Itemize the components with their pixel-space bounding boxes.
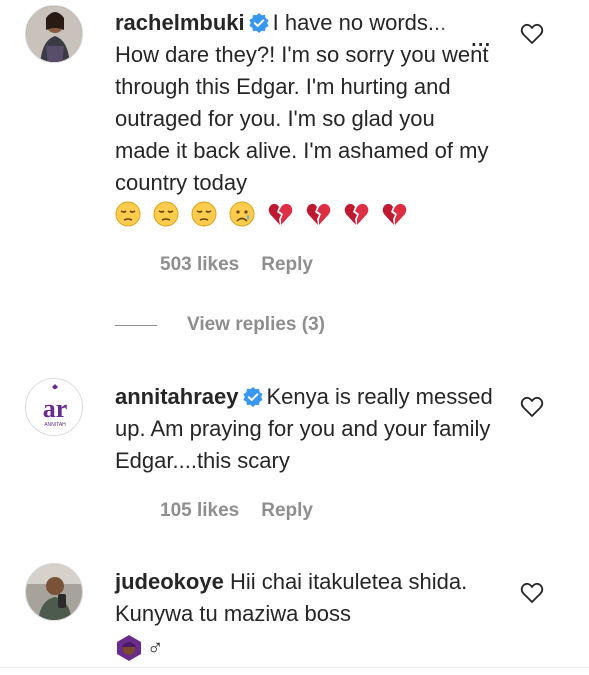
emoji-row: ♂ xyxy=(115,632,495,664)
more-options-icon[interactable]: ... xyxy=(470,21,491,53)
person-in-turban-icon xyxy=(117,635,141,661)
annitah-logo: ar ANNITAH xyxy=(26,379,82,435)
username[interactable]: annitahraey xyxy=(115,384,239,409)
view-replies-button[interactable]: View replies (3) xyxy=(115,313,325,337)
comment-body: judeokoye Hii chai itakuletea shida. Kun… xyxy=(115,566,495,664)
verified-badge-icon xyxy=(249,13,269,33)
avatar[interactable] xyxy=(25,563,83,621)
avatar[interactable]: ar ANNITAH xyxy=(25,378,83,436)
username[interactable]: rachelmbuki xyxy=(115,10,245,35)
like-heart-icon[interactable] xyxy=(520,582,544,604)
pensive-face-icon xyxy=(191,201,217,227)
svg-text:ANNITAH: ANNITAH xyxy=(44,422,66,428)
comment-meta: 503 likes Reply xyxy=(160,254,335,276)
comment-body: rachelmbuki I have no words... How dare t… xyxy=(115,7,495,227)
emoji-row xyxy=(115,201,495,227)
broken-heart-icon xyxy=(382,203,407,225)
avatar-photo xyxy=(26,564,82,620)
reply-button[interactable]: Reply xyxy=(261,500,313,521)
broken-heart-icon xyxy=(268,203,293,225)
view-replies-label: View replies (3) xyxy=(187,314,325,335)
svg-text:ar: ar xyxy=(43,394,68,423)
comment-meta: 105 likes Reply xyxy=(160,500,335,522)
avatar[interactable] xyxy=(25,5,83,63)
comment-body: annitahraey Kenya is really messed up. Am… xyxy=(115,381,495,477)
likes-count[interactable]: 105 likes xyxy=(160,500,239,521)
pensive-face-icon xyxy=(115,201,141,227)
crying-face-icon xyxy=(229,201,255,227)
avatar-photo xyxy=(26,6,82,62)
male-sign: ♂ xyxy=(147,635,164,660)
like-heart-icon[interactable] xyxy=(520,23,544,45)
username[interactable]: judeokoye xyxy=(115,569,224,594)
reply-button[interactable]: Reply xyxy=(261,254,313,275)
bottom-divider xyxy=(0,667,589,668)
like-heart-icon[interactable] xyxy=(520,396,544,418)
broken-heart-icon xyxy=(306,203,331,225)
divider-line xyxy=(115,324,157,326)
verified-badge-icon xyxy=(242,387,263,407)
likes-count[interactable]: 503 likes xyxy=(160,254,239,275)
broken-heart-icon xyxy=(344,203,369,225)
pensive-face-icon xyxy=(153,201,179,227)
